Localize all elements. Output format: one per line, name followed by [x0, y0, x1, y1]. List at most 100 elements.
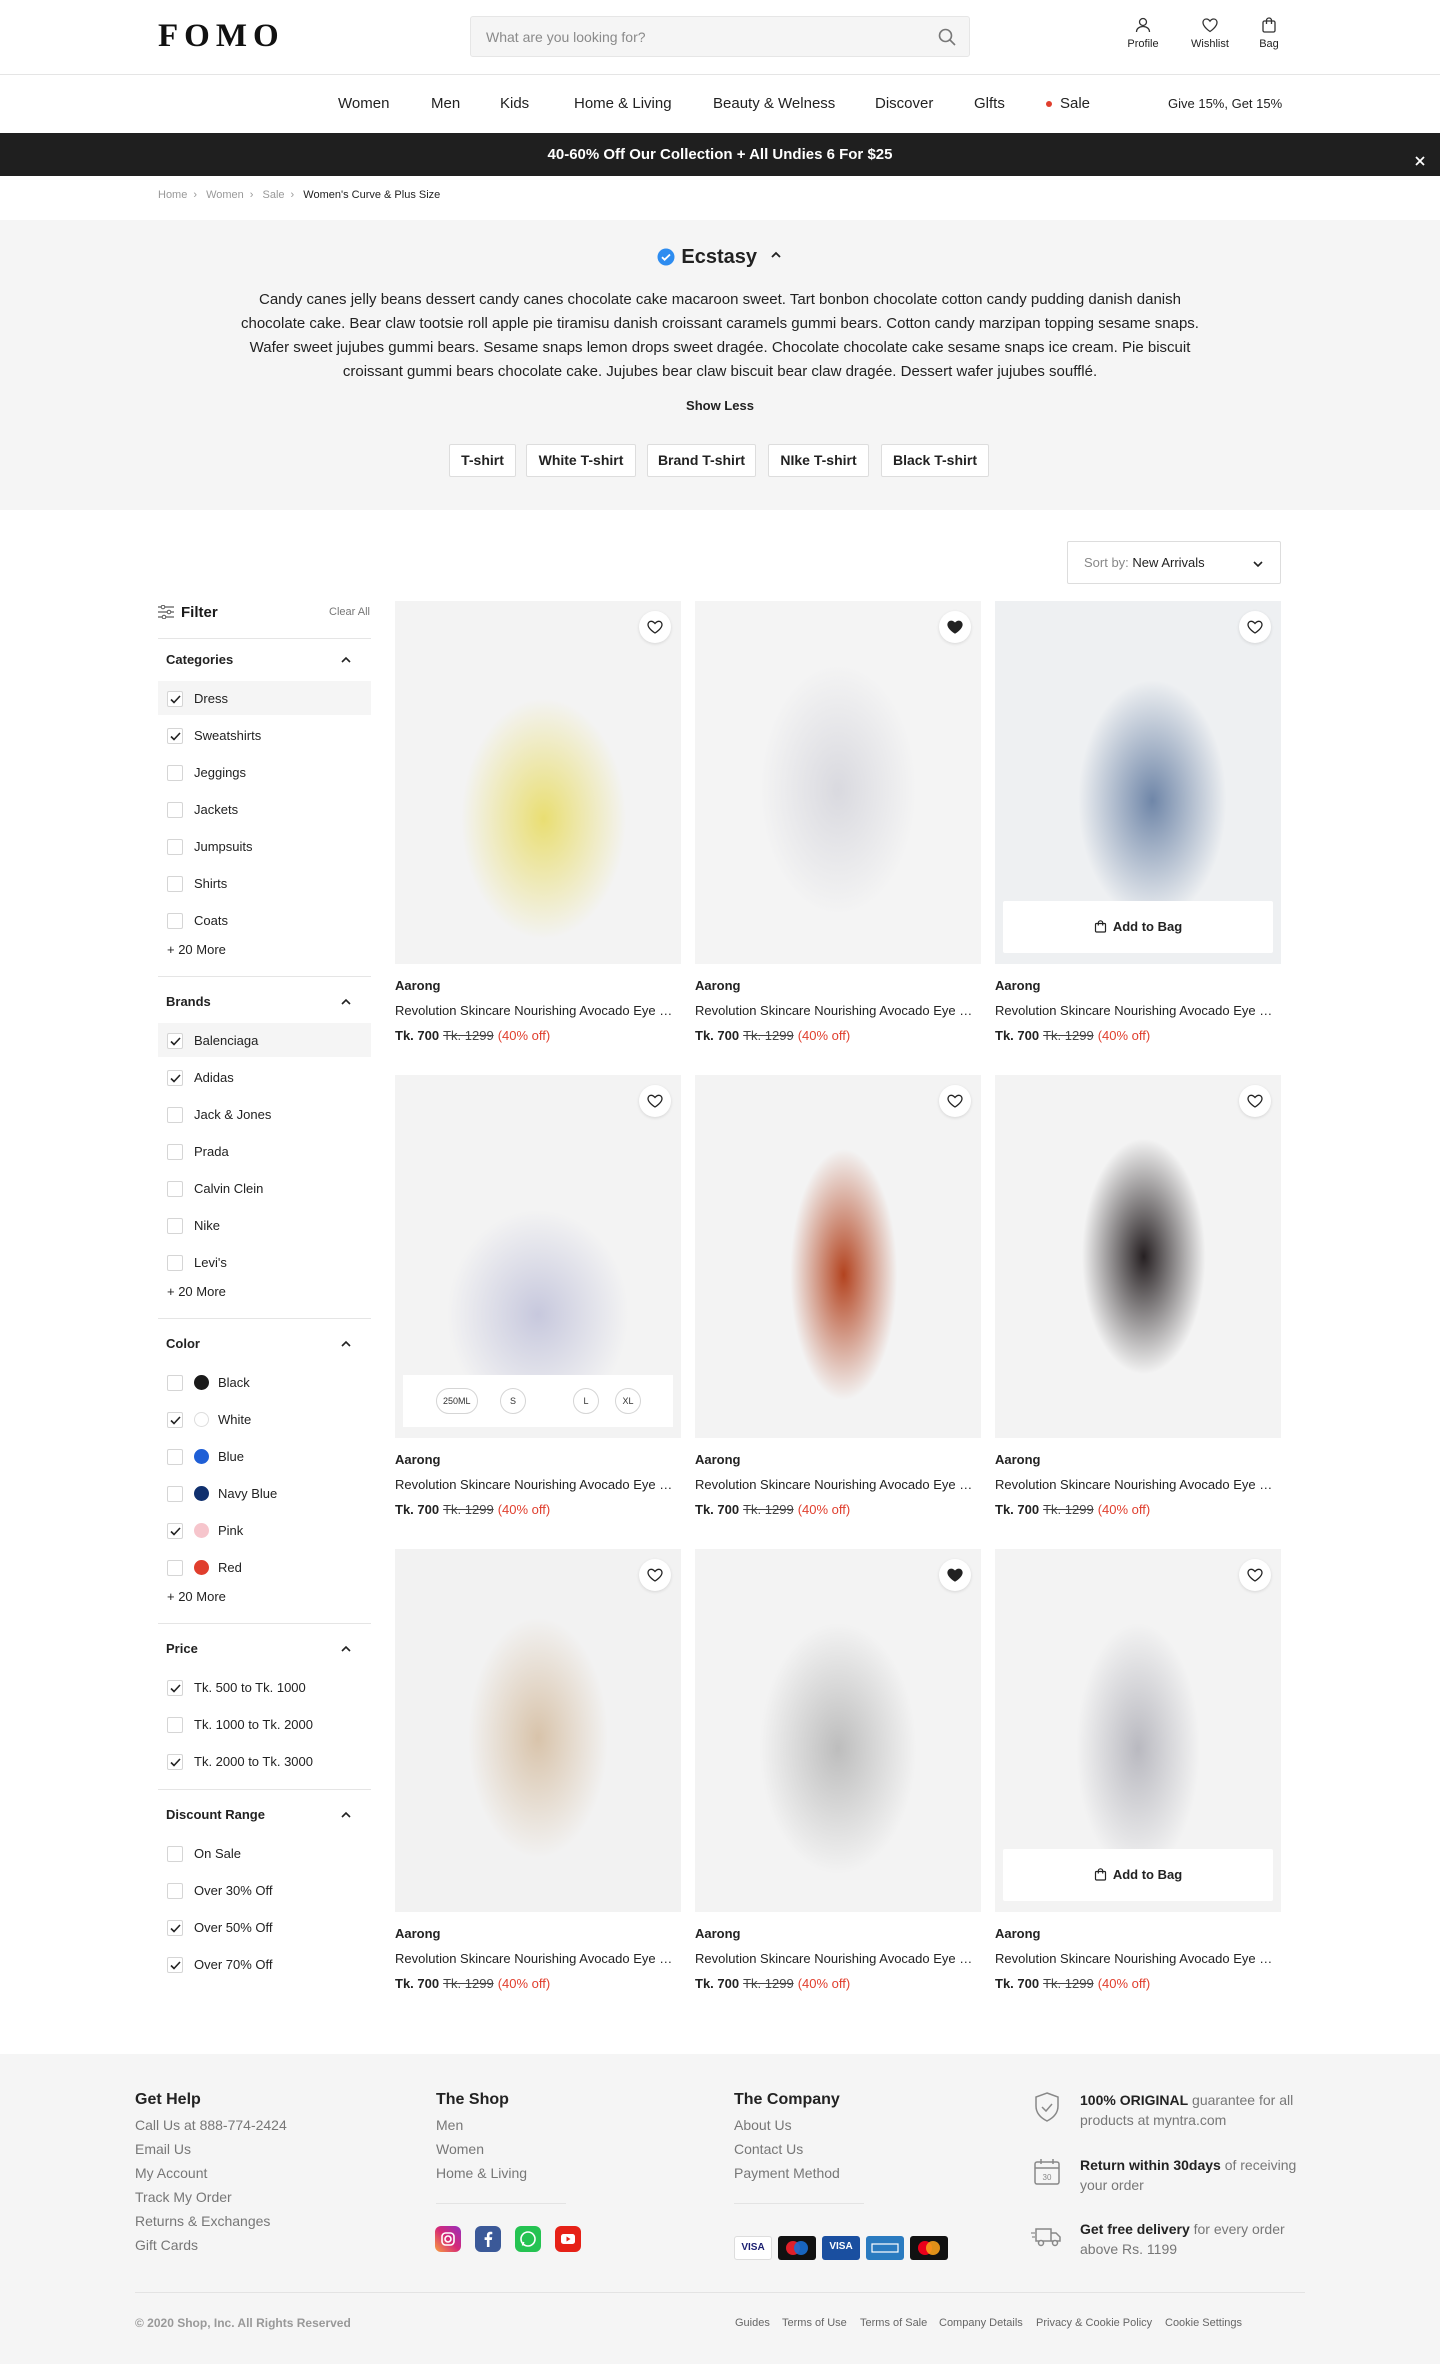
size-option[interactable]: XL [615, 1388, 641, 1414]
footer-link[interactable]: Track My Order [135, 2189, 232, 2205]
breadcrumb-women[interactable]: Women [206, 189, 244, 201]
checkbox[interactable] [167, 802, 183, 818]
filter-option[interactable]: Levi's [158, 1245, 371, 1279]
product-name[interactable]: Revolution Skincare Nourishing Avocado E… [995, 1951, 1281, 1966]
product-name[interactable]: Revolution Skincare Nourishing Avocado E… [995, 1003, 1281, 1018]
checkbox[interactable] [167, 1846, 183, 1862]
filter-option[interactable]: Over 30% Off [158, 1873, 371, 1907]
product-card[interactable]: Add to Bag Aarong Revolution Skincare Nour… [995, 1549, 1281, 1991]
checkbox[interactable] [167, 1560, 183, 1576]
whatsapp-icon[interactable] [515, 2226, 541, 2252]
bag-button[interactable]: Bag [1239, 16, 1299, 50]
product-card[interactable]: Aarong Revolution Skincare Nourishing Avo… [695, 601, 981, 1043]
checkbox[interactable] [167, 1717, 183, 1733]
checkbox-checked[interactable] [167, 691, 183, 707]
checkbox[interactable] [167, 913, 183, 929]
filter-section-title[interactable]: Categories [166, 652, 233, 667]
breadcrumb-home[interactable]: Home [158, 189, 187, 201]
footer-bottom-link[interactable]: Terms of Sale [860, 2317, 927, 2329]
size-option[interactable]: S [500, 1388, 526, 1414]
filter-option[interactable]: Tk. 1000 to Tk. 2000 [158, 1707, 371, 1741]
product-name[interactable]: Revolution Skincare Nourishing Avocado E… [395, 1951, 681, 1966]
checkbox[interactable] [167, 1255, 183, 1271]
heart-icon[interactable] [639, 611, 671, 643]
filter-option[interactable]: Pink [158, 1513, 371, 1547]
chevron-up-icon[interactable] [340, 653, 352, 669]
chevron-up-icon[interactable] [340, 1642, 352, 1658]
checkbox[interactable] [167, 765, 183, 781]
checkbox[interactable] [167, 1486, 183, 1502]
checkbox[interactable] [167, 1449, 183, 1465]
checkbox-checked[interactable] [167, 1957, 183, 1973]
footer-link[interactable]: Email Us [135, 2141, 191, 2157]
nav-item-beauty[interactable]: Beauty & Welness [713, 95, 835, 112]
footer-link[interactable]: Gift Cards [135, 2237, 198, 2253]
checkbox[interactable] [167, 1107, 183, 1123]
product-name[interactable]: Revolution Skincare Nourishing Avocado E… [995, 1477, 1281, 1492]
tag-chip[interactable]: Black T-shirt [881, 444, 989, 477]
filter-option[interactable]: Tk. 2000 to Tk. 3000 [158, 1744, 371, 1778]
heart-icon[interactable] [1239, 1559, 1271, 1591]
filter-section-title[interactable]: Brands [166, 994, 211, 1009]
filter-option[interactable]: Dress [158, 681, 371, 715]
heart-icon[interactable] [1239, 611, 1271, 643]
product-card[interactable]: Aarong Revolution Skincare Nourishing Avo… [695, 1075, 981, 1517]
filter-section-title[interactable]: Discount Range [166, 1807, 265, 1822]
filter-section-title[interactable]: Color [166, 1336, 200, 1351]
nav-item-men[interactable]: Men [431, 95, 460, 112]
search-input[interactable] [471, 17, 921, 56]
nav-item-women[interactable]: Women [338, 95, 389, 112]
heart-filled-icon[interactable] [939, 1559, 971, 1591]
heart-icon[interactable] [1239, 1085, 1271, 1117]
clear-all-button[interactable]: Clear All [329, 606, 370, 618]
tag-chip[interactable]: Brand T-shirt [647, 444, 756, 477]
breadcrumb-sale[interactable]: Sale [263, 189, 285, 201]
checkbox-checked[interactable] [167, 1070, 183, 1086]
chevron-up-icon[interactable] [340, 995, 352, 1011]
checkbox-checked[interactable] [167, 1920, 183, 1936]
footer-link[interactable]: Women [436, 2141, 484, 2157]
filter-option[interactable]: Navy Blue [158, 1476, 371, 1510]
filter-option[interactable]: Black [158, 1365, 371, 1399]
filter-option[interactable]: Jumpsuits [158, 829, 371, 863]
product-image[interactable] [695, 601, 981, 964]
footer-link[interactable]: About Us [734, 2117, 792, 2133]
search-icon[interactable] [937, 27, 957, 50]
page-title[interactable]: Ecstasy [0, 246, 1440, 269]
wishlist-button[interactable]: Wishlist [1180, 16, 1240, 50]
nav-item-discover[interactable]: Discover [875, 95, 933, 112]
checkbox-checked[interactable] [167, 728, 183, 744]
footer-link[interactable]: Men [436, 2117, 463, 2133]
product-card[interactable]: 250ML S L XL Aarong Revolution Skincare Nouri… [395, 1075, 681, 1517]
checkbox[interactable] [167, 1375, 183, 1391]
show-more-link[interactable]: + 20 More [167, 1284, 226, 1299]
product-card[interactable]: Aarong Revolution Skincare Nourishing Avo… [995, 1075, 1281, 1517]
nav-item-home-living[interactable]: Home & Living [574, 95, 672, 112]
show-less-button[interactable]: Show Less [0, 398, 1440, 413]
product-name[interactable]: Revolution Skincare Nourishing Avocado E… [695, 1951, 981, 1966]
filter-option[interactable]: Over 70% Off [158, 1947, 371, 1981]
filter-option[interactable]: Nike [158, 1208, 371, 1242]
footer-link[interactable]: Call Us at 888-774-2424 [135, 2117, 287, 2133]
show-more-link[interactable]: + 20 More [167, 1589, 226, 1604]
heart-filled-icon[interactable] [939, 611, 971, 643]
checkbox-checked[interactable] [167, 1754, 183, 1770]
product-image[interactable] [395, 601, 681, 964]
filter-option[interactable]: Jackets [158, 792, 371, 826]
checkbox[interactable] [167, 1181, 183, 1197]
product-image[interactable] [995, 1075, 1281, 1438]
footer-bottom-link[interactable]: Privacy & Cookie Policy [1036, 2317, 1152, 2329]
facebook-icon[interactable] [475, 2226, 501, 2252]
filter-option[interactable]: Coats [158, 903, 371, 937]
tag-chip[interactable]: White T-shirt [526, 444, 636, 477]
heart-icon[interactable] [639, 1085, 671, 1117]
product-name[interactable]: Revolution Skincare Nourishing Avocado E… [395, 1477, 681, 1492]
product-card[interactable]: Add to Bag Aarong Revolution Skincare Nour… [995, 601, 1281, 1043]
tag-chip[interactable]: T-shirt [449, 444, 516, 477]
checkbox[interactable] [167, 1144, 183, 1160]
product-image[interactable] [395, 1549, 681, 1912]
footer-link[interactable]: Home & Living [436, 2165, 527, 2181]
filter-option[interactable]: Blue [158, 1439, 371, 1473]
footer-link[interactable]: Returns & Exchanges [135, 2213, 270, 2229]
sort-dropdown[interactable]: Sort by: New Arrivals [1067, 541, 1281, 584]
